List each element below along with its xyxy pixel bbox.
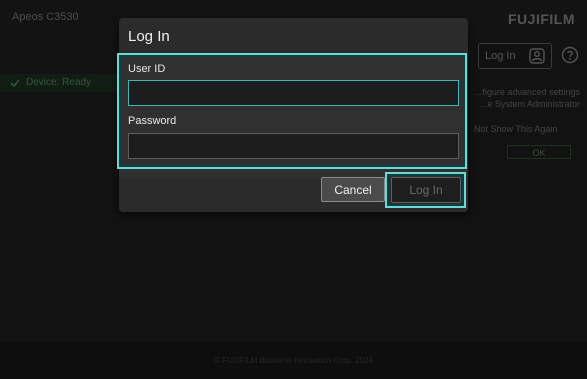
user-id-label: User ID [128,63,166,75]
cancel-button[interactable]: Cancel [321,177,385,202]
login-button[interactable]: Log In [391,177,461,203]
password-input[interactable] [128,133,459,159]
dialog-title: Log In [128,28,170,45]
user-id-input[interactable] [128,80,459,106]
password-label: Password [128,115,177,127]
